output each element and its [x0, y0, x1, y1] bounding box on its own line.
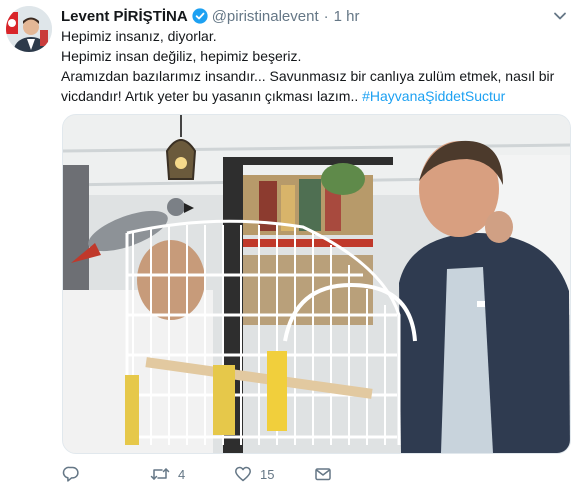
retweet-count: 4	[178, 466, 186, 482]
chevron-down-icon[interactable]	[553, 8, 567, 20]
like-button[interactable]: 15	[234, 463, 314, 485]
separator-dot: ·	[323, 7, 329, 25]
tweet-photo[interactable]	[62, 114, 571, 454]
envelope-icon	[314, 465, 332, 483]
heart-icon	[234, 465, 252, 483]
direct-message-button[interactable]	[314, 463, 354, 485]
tweet-header: Levent PİRİŞTİNA @piristinalevent · 1 hr	[61, 6, 360, 26]
verified-badge-icon	[192, 8, 208, 24]
hashtag-link[interactable]: #HayvanaŞiddetSuctur	[362, 88, 505, 104]
tweet-line-last: vicdandır! Artık yeter bu yasanın çıkmas…	[61, 86, 561, 106]
tweet-text: Hepimiz insanız, diyorlar. Hepimiz insan…	[61, 26, 561, 106]
tweet-actions: 4 15	[62, 463, 354, 485]
retweet-button[interactable]: 4	[150, 463, 234, 485]
photo-parrot-cage	[63, 115, 570, 453]
avatar[interactable]	[6, 6, 52, 52]
timestamp[interactable]: 1 hr	[334, 8, 360, 25]
tweet-line: vicdandır! Artık yeter bu yasanın çıkmas…	[61, 88, 363, 104]
author-handle[interactable]: @piristinalevent	[212, 8, 319, 25]
reply-button[interactable]	[62, 463, 150, 485]
tweet[interactable]: Levent PİRİŞTİNA @piristinalevent · 1 hr…	[0, 0, 579, 489]
tweet-line: Hepimiz insan değiliz, hepimiz beşeriz.	[61, 48, 302, 64]
like-count: 15	[260, 466, 275, 482]
reply-icon	[62, 465, 80, 483]
avatar-image	[6, 6, 52, 52]
retweet-icon	[150, 465, 170, 483]
author-name[interactable]: Levent PİRİŞTİNA	[61, 8, 188, 25]
tweet-line: Hepimiz insanız, diyorlar.	[61, 28, 217, 44]
tweet-line: Aramızdan bazılarımız insandır... Savunm…	[61, 68, 555, 84]
